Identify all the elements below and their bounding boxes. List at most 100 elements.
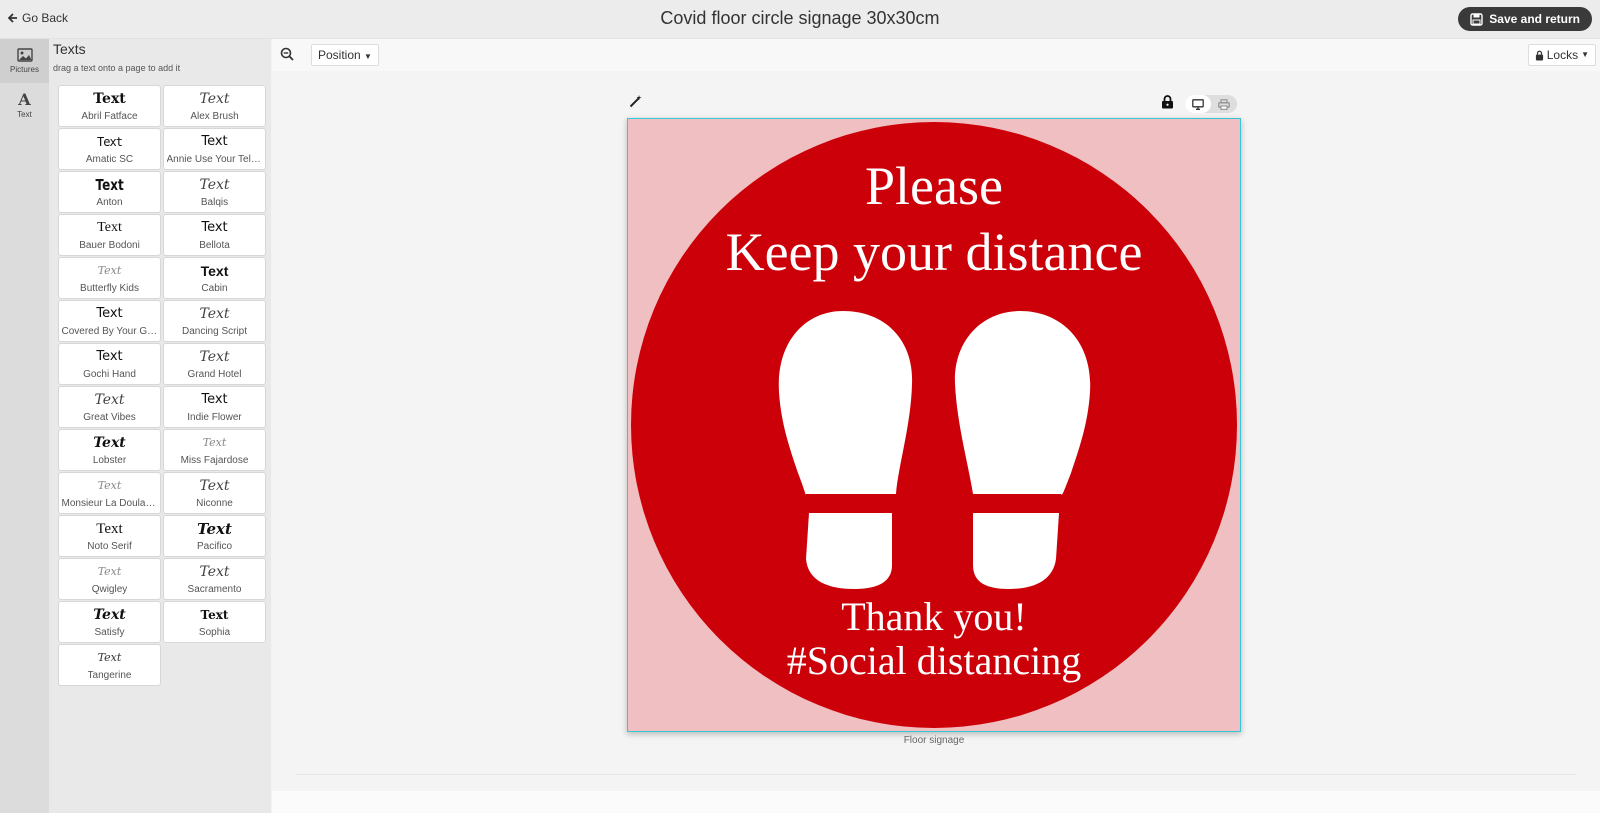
font-name: Gochi Hand (83, 368, 136, 380)
caret-down-icon: ▼ (364, 52, 372, 61)
font-name: Dancing Script (181, 325, 248, 337)
font-name: Miss Fajardose (180, 454, 249, 466)
font-name: Niconne (196, 497, 233, 509)
font-card-indie-flower[interactable]: Text Indie Flower (163, 386, 266, 428)
font-sample: Text (96, 348, 123, 364)
screen-view-button[interactable] (1185, 95, 1211, 113)
design-page[interactable]: Please Keep your distance Thank you! #So… (627, 118, 1241, 732)
font-card-amatic-sc[interactable]: Text Amatic SC (58, 128, 161, 170)
image-icon (16, 48, 33, 62)
sign-hashtag[interactable]: #Social distancing (628, 637, 1240, 684)
font-card-abril-fatface[interactable]: Text Abril Fatface (58, 85, 161, 127)
font-sample: Text (201, 391, 228, 407)
font-card-monsieur-la-doulaise[interactable]: Text Monsieur La Doulaise (58, 472, 161, 514)
font-card-sacramento[interactable]: Text Sacramento (163, 558, 266, 600)
font-sample: Text (97, 219, 122, 235)
font-sample: Text (93, 434, 126, 451)
monitor-icon (1192, 98, 1204, 110)
font-name: Indie Flower (187, 411, 242, 423)
position-label: Position (318, 48, 361, 62)
document-title: Covid floor circle signage 30x30cm (660, 8, 940, 28)
page-lock-icon[interactable] (1161, 95, 1174, 109)
view-mode-toggle (1185, 95, 1237, 113)
font-name: Lobster (92, 454, 127, 466)
floppy-disk-icon (1470, 12, 1483, 26)
font-card-cabin[interactable]: Text Cabin (163, 257, 266, 299)
font-sample: Text (97, 650, 122, 664)
font-name: Satisfy (94, 626, 125, 638)
font-sample: Text (97, 564, 122, 578)
font-name: Tangerine (87, 669, 132, 681)
font-card-pacifico[interactable]: Text Pacifico (163, 515, 266, 557)
font-sample: Text (199, 348, 230, 365)
font-card-great-vibes[interactable]: Text Great Vibes (58, 386, 161, 428)
rail-item-pictures[interactable]: Pictures (0, 39, 49, 83)
font-sample: Text (199, 90, 230, 107)
panel-subtitle: drag a text onto a page to add it (53, 63, 181, 73)
font-sample: Text (96, 520, 123, 537)
font-sample: Text (199, 176, 230, 193)
sign-headline-please[interactable]: Please (628, 155, 1240, 217)
font-name: Balqis (200, 196, 229, 208)
font-name: Noto Serif (87, 540, 132, 552)
font-name: Cabin (201, 282, 228, 294)
font-name: Sophia (198, 626, 231, 638)
font-card-anton[interactable]: Text Anton (58, 171, 161, 213)
font-card-sophia[interactable]: Text Sophia (163, 601, 266, 643)
canvas-toolbar: Position ▼ Locks ▼ (272, 39, 1600, 71)
top-bar: Go Back Covid floor circle signage 30x30… (0, 0, 1600, 39)
print-view-button[interactable] (1211, 95, 1237, 113)
font-card-noto-serif[interactable]: Text Noto Serif (58, 515, 161, 557)
save-and-return-label: Save and return (1489, 12, 1580, 26)
font-card-lobster[interactable]: Text Lobster (58, 429, 161, 471)
font-card-balqis[interactable]: Text Balqis (163, 171, 266, 213)
font-card-miss-fajardose[interactable]: Text Miss Fajardose (163, 429, 266, 471)
font-card-dancing-script[interactable]: Text Dancing Script (163, 300, 266, 342)
font-sample: Text (97, 263, 122, 277)
lock-icon (1535, 50, 1543, 60)
font-card-butterfly-kids[interactable]: Text Butterfly Kids (58, 257, 161, 299)
font-card-niconne[interactable]: Text Niconne (163, 472, 266, 514)
font-name: Grand Hotel (187, 368, 242, 380)
rail-item-label: Pictures (10, 65, 39, 74)
font-sample: Text (199, 563, 230, 580)
font-name: Alex Brush (190, 110, 239, 122)
font-sample: Text (200, 262, 229, 279)
font-name: Great Vibes (83, 411, 136, 423)
font-name: Amatic SC (85, 153, 134, 165)
font-card-gochi-hand[interactable]: Text Gochi Hand (58, 343, 161, 385)
font-card-bauer-bodoni[interactable]: Text Bauer Bodoni (58, 214, 161, 256)
font-name: Anton (96, 196, 123, 208)
font-card-qwigley[interactable]: Text Qwigley (58, 558, 161, 600)
save-and-return-button[interactable]: Save and return (1458, 7, 1592, 31)
locks-dropdown[interactable]: Locks ▼ (1527, 44, 1596, 66)
font-card-satisfy[interactable]: Text Satisfy (58, 601, 161, 643)
font-card-tangerine[interactable]: Text Tangerine (58, 644, 161, 686)
font-name: Abril Fatface (81, 110, 138, 122)
sign-thank-you[interactable]: Thank you! (628, 593, 1240, 640)
zoom-out-icon[interactable] (280, 47, 294, 61)
font-name: Pacifico (196, 540, 232, 552)
font-name: Bellota (199, 239, 230, 251)
font-sample: Text (199, 305, 230, 322)
rail-item-label: Text (17, 109, 32, 119)
font-sample: Text (201, 219, 228, 235)
rail-item-text[interactable]: A Text (0, 83, 49, 127)
position-dropdown[interactable]: Position ▼ (311, 44, 379, 66)
magic-wand-icon[interactable] (629, 94, 643, 108)
font-name: Butterfly Kids (80, 282, 139, 294)
workspace-footer (272, 791, 1600, 813)
font-card-bellota[interactable]: Text Bellota (163, 214, 266, 256)
font-card-alex-brush[interactable]: Text Alex Brush (163, 85, 266, 127)
font-name: Bauer Bodoni (79, 239, 140, 251)
font-name: Covered By Your Grace (61, 325, 158, 337)
font-card-grand-hotel[interactable]: Text Grand Hotel (163, 343, 266, 385)
font-card-covered-by-your-grace[interactable]: Text Covered By Your Grace (58, 300, 161, 342)
texts-panel: Texts drag a text onto a page to add it … (49, 39, 271, 813)
font-sample: Text (97, 134, 123, 149)
text-icon: A (18, 89, 31, 109)
font-card-annie-use-your-telescope[interactable]: Text Annie Use Your Telescope (163, 128, 266, 170)
font-sample: Text (200, 607, 229, 622)
page-caption: Floor signage (903, 735, 965, 746)
sign-headline-keep-distance[interactable]: Keep your distance (628, 221, 1240, 283)
